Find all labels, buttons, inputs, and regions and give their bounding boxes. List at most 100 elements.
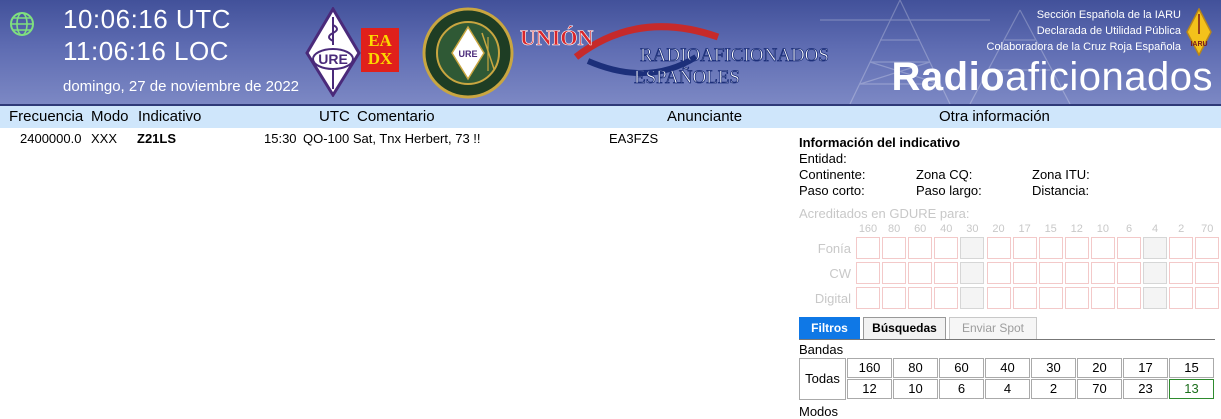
distance-label: Distancia: <box>1032 183 1090 198</box>
gdure-band-header: 160 <box>858 223 878 235</box>
iaru-logo[interactable]: IARU <box>1186 8 1212 56</box>
gdure-cell <box>1117 262 1141 284</box>
gdure-band-header: 12 <box>1070 223 1083 235</box>
ure-seal-logo[interactable]: URE <box>422 7 514 99</box>
band-filter-button[interactable]: 80 <box>893 358 938 378</box>
band-filter-button[interactable]: 23 <box>1123 379 1168 399</box>
band-filter-button[interactable]: 60 <box>939 358 984 378</box>
spot-comment: QO-100 Sat, Tnx Herbert, 73 !! <box>303 131 481 146</box>
band-filter-button[interactable]: 70 <box>1077 379 1122 399</box>
band-filter-button[interactable]: 30 <box>1031 358 1076 378</box>
band-filter-button[interactable]: 12 <box>847 379 892 399</box>
spot-mode: XXX <box>91 131 118 146</box>
band-filter-button[interactable]: 10 <box>893 379 938 399</box>
globe-icon[interactable] <box>9 11 35 37</box>
gdure-mode-label: Fonía <box>817 241 851 256</box>
eadx-logo-line1: EA <box>368 31 392 50</box>
callsign-info-title: Información del indicativo <box>799 135 961 150</box>
eadx-logo[interactable]: EA DX <box>361 28 399 72</box>
iaru-line-1: Sección Española de la IARU <box>1036 9 1181 21</box>
gdure-band-header: 60 <box>914 223 927 235</box>
tab-busquedas[interactable]: Búsquedas <box>863 317 946 339</box>
gdure-band-header: 70 <box>1201 223 1214 235</box>
gdure-band-header: 6 <box>1125 223 1133 235</box>
ure-logo-text: URE <box>318 51 348 67</box>
gdure-cell <box>908 237 933 259</box>
gdure-cell <box>1064 262 1089 284</box>
spots-table-header: Frecuencia Modo Indicativo UTC Comentari… <box>0 106 1221 128</box>
band-filter-button[interactable]: 40 <box>985 358 1030 378</box>
gdure-cell <box>1169 287 1194 309</box>
bands-label: Bandas <box>799 342 844 357</box>
col-frecuencia[interactable]: Frecuencia <box>9 108 83 125</box>
eadx-logo-line2: DX <box>367 49 393 68</box>
gdure-cell <box>882 262 907 284</box>
short-path-label: Paso corto: <box>799 183 865 198</box>
gdure-band-header: 17 <box>1018 223 1031 235</box>
gdure-cell <box>934 237 959 259</box>
col-comentario[interactable]: Comentario <box>357 108 435 125</box>
table-row[interactable]: 2400000.0 XXX Z21LS 15:30 QO-100 Sat, Tn… <box>0 130 795 148</box>
itu-zone-label: Zona ITU: <box>1032 167 1090 182</box>
gdure-band-header: 80 <box>887 223 901 235</box>
tab-filtros[interactable]: Filtros <box>799 317 860 339</box>
band-filter-button[interactable]: 17 <box>1123 358 1168 378</box>
gdure-cell <box>1195 262 1220 284</box>
gdure-cell <box>856 262 880 284</box>
gdure-cell <box>856 237 880 259</box>
gdure-cell <box>1064 237 1089 259</box>
gdure-cell <box>960 237 985 259</box>
gdure-mode-label: Digital <box>814 291 851 306</box>
band-filter-button[interactable]: 4 <box>985 379 1030 399</box>
brand-bold: Radio <box>891 55 1006 99</box>
spot-utc: 15:30 <box>264 131 297 146</box>
gdure-cell <box>1195 237 1220 259</box>
gdure-cell <box>908 287 933 309</box>
brand-light: aficionados <box>1005 55 1213 99</box>
gdure-band-header: 4 <box>1152 223 1159 235</box>
band-filter-button[interactable]: 15 <box>1169 358 1214 378</box>
gdure-cell <box>1143 262 1168 284</box>
gdure-cell <box>1117 237 1141 259</box>
col-modo[interactable]: Modo <box>91 108 129 125</box>
gdure-cell <box>986 237 1011 259</box>
gdure-cell <box>1169 237 1194 259</box>
current-date: domingo, 27 de noviembre de 2022 <box>63 78 300 95</box>
union-logo-line2: RADIOAFICIONADOS <box>640 45 829 66</box>
gdure-cell <box>986 287 1011 309</box>
ure-logo[interactable]: URE <box>305 7 361 97</box>
gdure-cell <box>1143 237 1168 259</box>
gdure-band-header: 10 <box>1096 223 1110 235</box>
spot-callsign[interactable]: Z21LS <box>137 131 176 146</box>
clock-utc: 10:06:16 UTC <box>63 4 231 34</box>
continent-label: Continente: <box>799 167 866 182</box>
gdure-cell <box>986 262 1011 284</box>
gdure-cell <box>908 262 933 284</box>
gdure-band-header: 20 <box>992 223 1005 235</box>
gdure-band-header: 30 <box>966 223 979 235</box>
band-filter-button[interactable]: 20 <box>1077 358 1122 378</box>
gdure-cell <box>1012 287 1037 309</box>
gdure-mode-label: CW <box>829 266 851 281</box>
gdure-cell <box>1195 287 1220 309</box>
all-bands-button[interactable]: Todas <box>799 358 846 400</box>
col-indicativo[interactable]: Indicativo <box>138 108 201 125</box>
band-filter-button[interactable]: 160 <box>847 358 892 378</box>
col-utc[interactable]: UTC <box>319 108 350 125</box>
gdure-cell <box>1038 237 1063 259</box>
gdure-title: Acreditados en GDURE para: <box>799 206 970 221</box>
spot-spotter[interactable]: EA3FZS <box>609 131 658 146</box>
gdure-cell <box>1090 237 1115 259</box>
site-header: 10:06:16 UTC 11:06:16 LOC domingo, 27 de… <box>0 0 1221 106</box>
tab-enviar-spot[interactable]: Enviar Spot <box>949 317 1037 339</box>
gdure-cell <box>856 287 880 309</box>
iaru-line-2: Declarada de Utilidad Pública <box>1036 25 1181 37</box>
band-filter-button[interactable]: 2 <box>1031 379 1076 399</box>
band-filter-button[interactable]: 13 <box>1169 379 1214 399</box>
band-filter-button[interactable]: 6 <box>939 379 984 399</box>
union-radioaficionados-logo[interactable]: UNIÓN RADIOAFICIONADOS ESPAÑOLES <box>518 17 858 89</box>
gdure-cell <box>1038 287 1063 309</box>
gdure-cell <box>934 287 959 309</box>
gdure-cell <box>1143 287 1168 309</box>
col-anunciante[interactable]: Anunciante <box>667 108 742 125</box>
